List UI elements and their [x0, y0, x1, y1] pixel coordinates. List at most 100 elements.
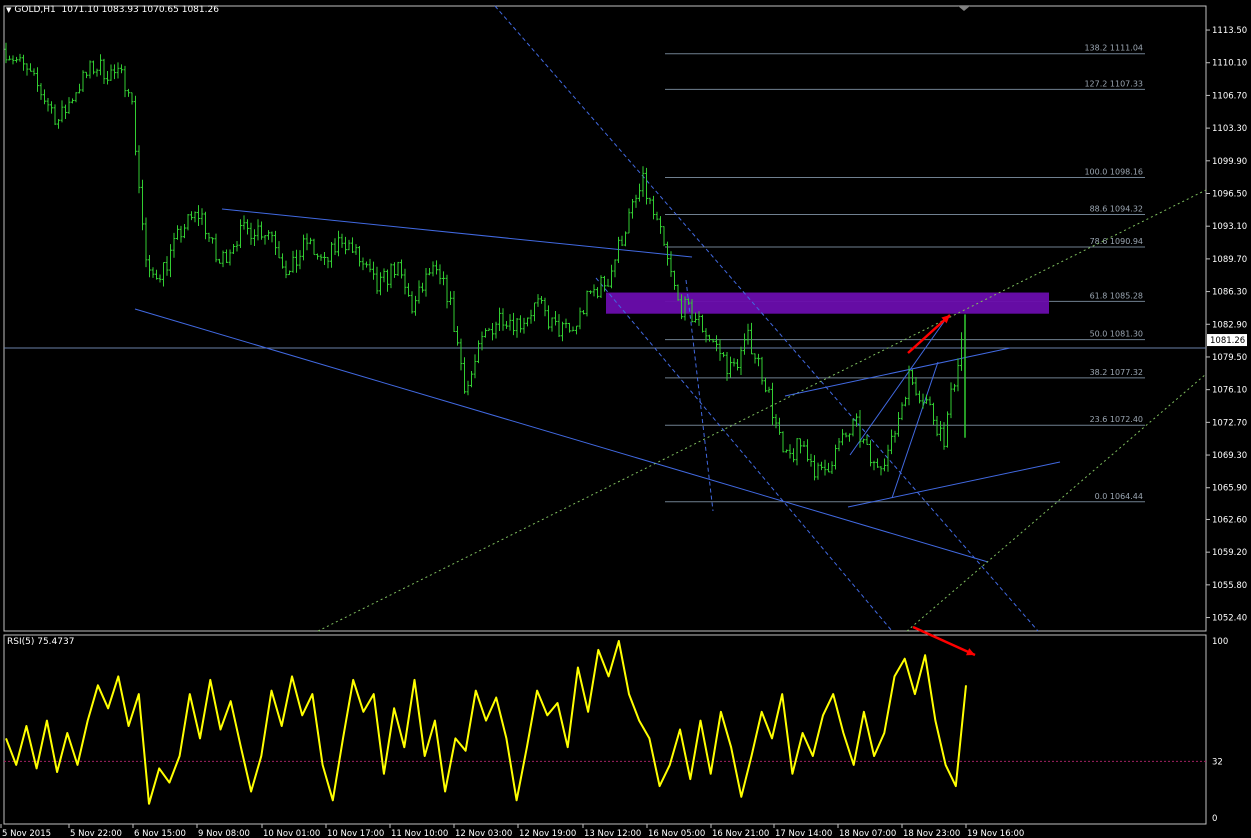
candle	[179, 225, 183, 243]
candle	[865, 434, 869, 445]
fibonacci-retracement[interactable]: 138.2 1111.04 127.2 1107.33 100.0 1098.16 8…	[665, 44, 1145, 503]
candle	[88, 60, 92, 79]
candle	[785, 449, 788, 453]
candle	[701, 314, 704, 333]
candle	[946, 411, 949, 448]
candle	[599, 275, 603, 299]
candle	[207, 232, 211, 242]
candle	[172, 232, 176, 258]
time-tick-label: 16 Nov 05:00	[648, 829, 705, 838]
candle	[396, 261, 400, 276]
candle	[242, 215, 246, 230]
trendlines[interactable]	[4, 5, 1207, 632]
candle	[410, 291, 414, 314]
downtrend-dashed-line[interactable]	[494, 5, 1039, 632]
candle	[400, 259, 403, 279]
candle	[729, 356, 732, 378]
candle	[344, 236, 347, 255]
candle	[211, 237, 214, 244]
candle	[11, 55, 15, 65]
candle	[760, 356, 764, 385]
candle	[445, 274, 449, 309]
rsi-line[interactable]	[5, 640, 967, 805]
chart-canvas[interactable]: 138.2 1111.04 127.2 1107.33 100.0 1098.16 8…	[0, 0, 1251, 838]
candle	[414, 295, 417, 316]
candle	[326, 256, 330, 269]
fib-level-label: 50.0 1081.30	[1090, 330, 1143, 339]
candle	[746, 323, 750, 345]
price-axis: 1113.50 1110.10 1106.70 1103.30 1099.90 1096.…	[1206, 26, 1247, 624]
candle	[46, 98, 50, 112]
candle	[757, 353, 760, 367]
candle	[232, 244, 235, 254]
candle	[809, 453, 813, 467]
price-tick-label: 1059.20	[1212, 548, 1247, 558]
candle	[907, 365, 911, 406]
candle	[582, 309, 585, 315]
main-price-pane[interactable]	[3, 5, 1207, 632]
wedge-upper-line[interactable]	[784, 347, 1011, 397]
candle	[932, 402, 935, 426]
candle	[512, 312, 515, 336]
price-tick-label: 1096.50	[1212, 190, 1247, 200]
upper-channel-line[interactable]	[221, 208, 693, 258]
candle	[249, 222, 253, 245]
candle	[165, 256, 169, 276]
candle	[323, 252, 326, 265]
candle	[239, 219, 242, 249]
candle	[330, 241, 333, 268]
symbol-header: ▼ GOLD,H1 1071.10 1083.93 1070.65 1081.26	[6, 5, 219, 15]
candle	[823, 459, 827, 476]
rsi-level-label: 32	[1212, 757, 1223, 767]
candle	[438, 264, 442, 285]
candle	[648, 197, 652, 205]
fib-level-label: 61.8 1085.28	[1090, 291, 1143, 300]
candle	[939, 421, 942, 442]
candle	[869, 440, 872, 467]
candle	[284, 260, 288, 279]
candle	[92, 60, 95, 75]
candle	[953, 383, 956, 392]
candle	[855, 413, 858, 427]
candle	[568, 322, 571, 333]
candle	[393, 262, 396, 278]
price-tick-label: 1099.90	[1212, 157, 1247, 167]
candle	[78, 83, 81, 94]
candle	[494, 321, 498, 339]
fib-channel-dotted-line-2[interactable]	[906, 373, 1207, 632]
candle	[116, 62, 120, 79]
candle	[120, 64, 123, 74]
candle	[144, 217, 148, 268]
resistance-zone[interactable]	[606, 292, 1049, 314]
candle	[235, 241, 239, 252]
candle	[620, 235, 624, 247]
rsi-pane[interactable]: 100 32 0	[3, 634, 1228, 825]
candle	[81, 70, 85, 93]
candle	[463, 357, 466, 394]
candle	[137, 145, 141, 194]
fib-channel-dotted-line[interactable]	[317, 189, 1207, 632]
time-tick-label: 12 Nov 19:00	[519, 829, 576, 838]
candle	[102, 58, 106, 85]
resistance-zone-rect[interactable]	[606, 292, 1049, 314]
candle	[652, 195, 655, 220]
candle	[578, 307, 582, 330]
wedge-lower-line[interactable]	[847, 461, 1061, 508]
candle	[36, 67, 39, 92]
time-tick-label: 16 Nov 21:00	[712, 829, 769, 838]
fib-level-label: 23.6 1072.40	[1090, 415, 1143, 424]
dropdown-triangle-icon[interactable]: ▼	[6, 6, 11, 14]
candle	[928, 396, 932, 406]
candle	[466, 380, 470, 396]
candle	[554, 310, 557, 326]
price-tick-label: 1106.70	[1212, 91, 1247, 101]
time-tick-label: 6 Nov 15:00	[134, 829, 186, 838]
candle	[204, 211, 207, 240]
candle	[372, 261, 375, 280]
candle	[403, 268, 407, 295]
candle	[99, 54, 102, 76]
candle	[788, 444, 792, 459]
scroll-marker-icon[interactable]	[958, 6, 970, 11]
downtrend-dashed-line-2[interactable]	[595, 277, 893, 632]
candle	[883, 458, 886, 472]
